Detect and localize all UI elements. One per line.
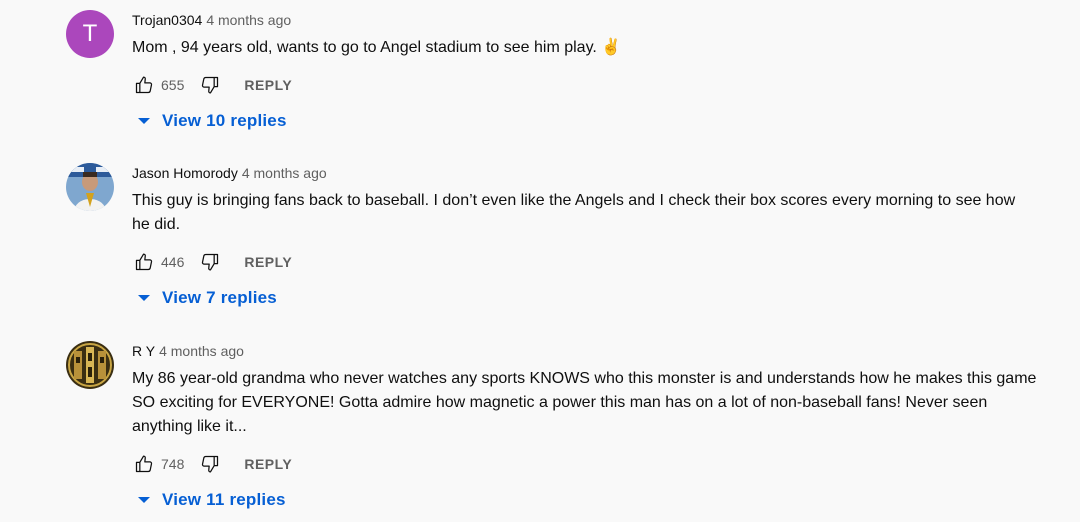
view-replies-button[interactable]: View 11 replies <box>132 488 1052 512</box>
comment-author[interactable]: R Y <box>132 343 155 359</box>
comment-timestamp[interactable]: 4 months ago <box>159 343 244 359</box>
avatar[interactable] <box>66 163 114 211</box>
comment-actions: 748 REPLY <box>132 452 1052 476</box>
caret-down-icon <box>132 109 156 133</box>
like-count: 446 <box>161 254 185 270</box>
comment-author[interactable]: Jason Homorody <box>132 165 238 181</box>
like-icon[interactable] <box>132 73 156 97</box>
like-count: 655 <box>161 77 185 93</box>
avatar[interactable]: T <box>66 10 114 58</box>
like-count: 748 <box>161 456 185 472</box>
comment-text: This guy is bringing fans back to baseba… <box>132 192 1016 233</box>
ornate-emblem-icon <box>66 341 114 389</box>
comment-timestamp[interactable]: 4 months ago <box>242 165 327 181</box>
comment-actions: 655 REPLY <box>132 73 1052 97</box>
profile-photo-icon <box>66 163 114 211</box>
reply-button[interactable]: REPLY <box>244 77 292 93</box>
comment-header: Jason Homorody 4 months ago <box>132 163 1052 183</box>
comment-timestamp[interactable]: 4 months ago <box>206 12 291 28</box>
view-replies-button[interactable]: View 10 replies <box>132 109 1052 133</box>
reply-button[interactable]: REPLY <box>244 254 292 270</box>
view-replies-label: View 11 replies <box>162 490 286 509</box>
dislike-icon[interactable] <box>198 73 222 97</box>
comment-text: Mom , 94 years old, wants to go to Angel… <box>132 39 622 56</box>
comment-actions: 446 REPLY <box>132 250 1052 274</box>
comment-header: R Y4 months ago <box>132 341 1052 361</box>
dislike-icon[interactable] <box>198 250 222 274</box>
view-replies-button[interactable]: View 7 replies <box>132 286 1052 310</box>
view-replies-label: View 7 replies <box>162 288 277 307</box>
comment-header: Trojan0304 4 months ago <box>132 10 1052 30</box>
dislike-icon[interactable] <box>198 452 222 476</box>
comment-author[interactable]: Trojan0304 <box>132 12 202 28</box>
reply-button[interactable]: REPLY <box>244 456 292 472</box>
comment-body: R Y4 months ago My 86 year-old grandma w… <box>132 341 1052 512</box>
comment-body: Trojan0304 4 months ago Mom , 94 years ol… <box>132 10 1052 133</box>
view-replies-label: View 10 replies <box>162 111 287 130</box>
caret-down-icon <box>132 488 156 512</box>
comment-text: My 86 year-old grandma who never watches… <box>132 370 1037 435</box>
like-icon[interactable] <box>132 250 156 274</box>
like-icon[interactable] <box>132 452 156 476</box>
avatar[interactable] <box>66 341 114 389</box>
comment-body: Jason Homorody 4 months ago This guy is b… <box>132 163 1052 310</box>
caret-down-icon <box>132 286 156 310</box>
